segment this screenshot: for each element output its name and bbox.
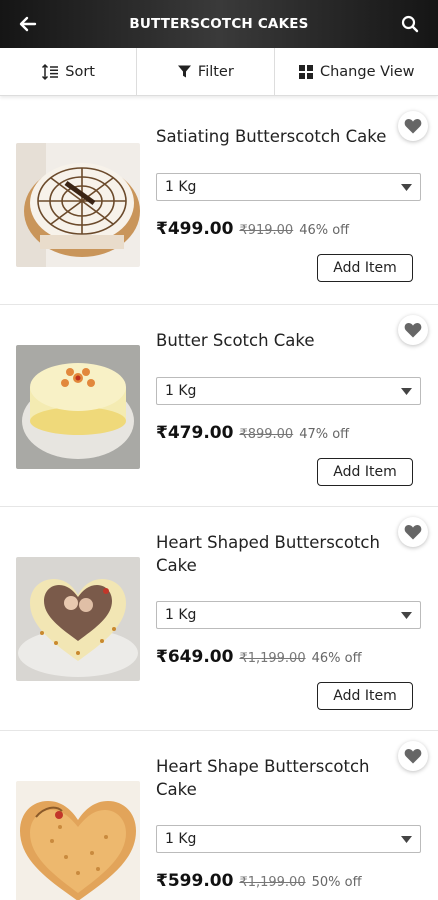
mrp: ₹899.00 (239, 427, 294, 442)
price: ₹499.00 (156, 219, 234, 239)
price-row: ₹649.00 ₹1,199.00 46% off (156, 647, 362, 667)
search-icon[interactable] (392, 6, 428, 42)
filter-button[interactable]: Filter (137, 48, 275, 95)
product-name[interactable]: Satiating Butterscotch Cake (156, 125, 388, 148)
app-bar: BUTTERSCOTCH CAKES (0, 0, 438, 48)
product-image[interactable] (16, 557, 140, 681)
wishlist-heart-icon[interactable] (398, 315, 428, 345)
sort-label: Sort (65, 63, 95, 80)
dropdown-arrow-icon (401, 831, 412, 847)
weight-value: 1 Kg (165, 179, 197, 195)
mrp: ₹919.00 (239, 223, 294, 238)
product-card[interactable]: Satiating Butterscotch Cake 1 Kg ₹499.00… (0, 97, 438, 305)
wishlist-heart-icon[interactable] (398, 111, 428, 141)
weight-value: 1 Kg (165, 607, 197, 623)
add-item-button[interactable]: Add Item (317, 254, 413, 282)
price: ₹479.00 (156, 423, 234, 443)
add-item-button[interactable]: Add Item (317, 682, 413, 710)
filter-label: Filter (197, 63, 234, 80)
product-card[interactable]: Heart Shape Butterscotch Cake 1 Kg ₹599.… (0, 731, 438, 900)
wishlist-heart-icon[interactable] (398, 517, 428, 547)
product-card[interactable]: Butter Scotch Cake 1 Kg ₹479.00 ₹899.00 … (0, 305, 438, 507)
dropdown-arrow-icon (401, 179, 412, 195)
sort-icon (41, 63, 59, 81)
weight-select[interactable]: 1 Kg (156, 173, 421, 201)
discount: 46% off (311, 651, 362, 666)
dropdown-arrow-icon (401, 383, 412, 399)
product-list: Satiating Butterscotch Cake 1 Kg ₹499.00… (0, 97, 438, 900)
dropdown-arrow-icon (401, 607, 412, 623)
grid-view-icon (298, 64, 314, 80)
sort-button[interactable]: Sort (0, 48, 138, 95)
product-image[interactable] (16, 143, 140, 267)
weight-select[interactable]: 1 Kg (156, 377, 421, 405)
discount: 47% off (299, 427, 350, 442)
change-view-label: Change View (319, 63, 415, 80)
sort-filter-toolbar: Sort Filter Change View (0, 48, 438, 96)
add-item-button[interactable]: Add Item (317, 458, 413, 486)
weight-value: 1 Kg (165, 831, 197, 847)
discount: 46% off (299, 223, 350, 238)
product-name[interactable]: Butter Scotch Cake (156, 329, 388, 352)
price-row: ₹479.00 ₹899.00 47% off (156, 423, 349, 443)
mrp: ₹1,199.00 (239, 651, 306, 666)
price-row: ₹599.00 ₹1,199.00 50% off (156, 871, 362, 891)
weight-value: 1 Kg (165, 383, 197, 399)
price-row: ₹499.00 ₹919.00 46% off (156, 219, 349, 239)
weight-select[interactable]: 1 Kg (156, 825, 421, 853)
change-view-button[interactable]: Change View (275, 48, 438, 95)
back-arrow-icon[interactable] (10, 6, 46, 42)
product-image[interactable] (16, 781, 140, 900)
wishlist-heart-icon[interactable] (398, 741, 428, 771)
page-title: BUTTERSCOTCH CAKES (129, 16, 309, 32)
price: ₹599.00 (156, 871, 234, 891)
price: ₹649.00 (156, 647, 234, 667)
product-name[interactable]: Heart Shaped Butterscotch Cake (156, 531, 388, 577)
product-image[interactable] (16, 345, 140, 469)
filter-icon (177, 64, 192, 79)
weight-select[interactable]: 1 Kg (156, 601, 421, 629)
product-name[interactable]: Heart Shape Butterscotch Cake (156, 755, 388, 801)
mrp: ₹1,199.00 (239, 875, 306, 890)
discount: 50% off (311, 875, 362, 890)
product-card[interactable]: Heart Shaped Butterscotch Cake 1 Kg ₹649… (0, 507, 438, 731)
